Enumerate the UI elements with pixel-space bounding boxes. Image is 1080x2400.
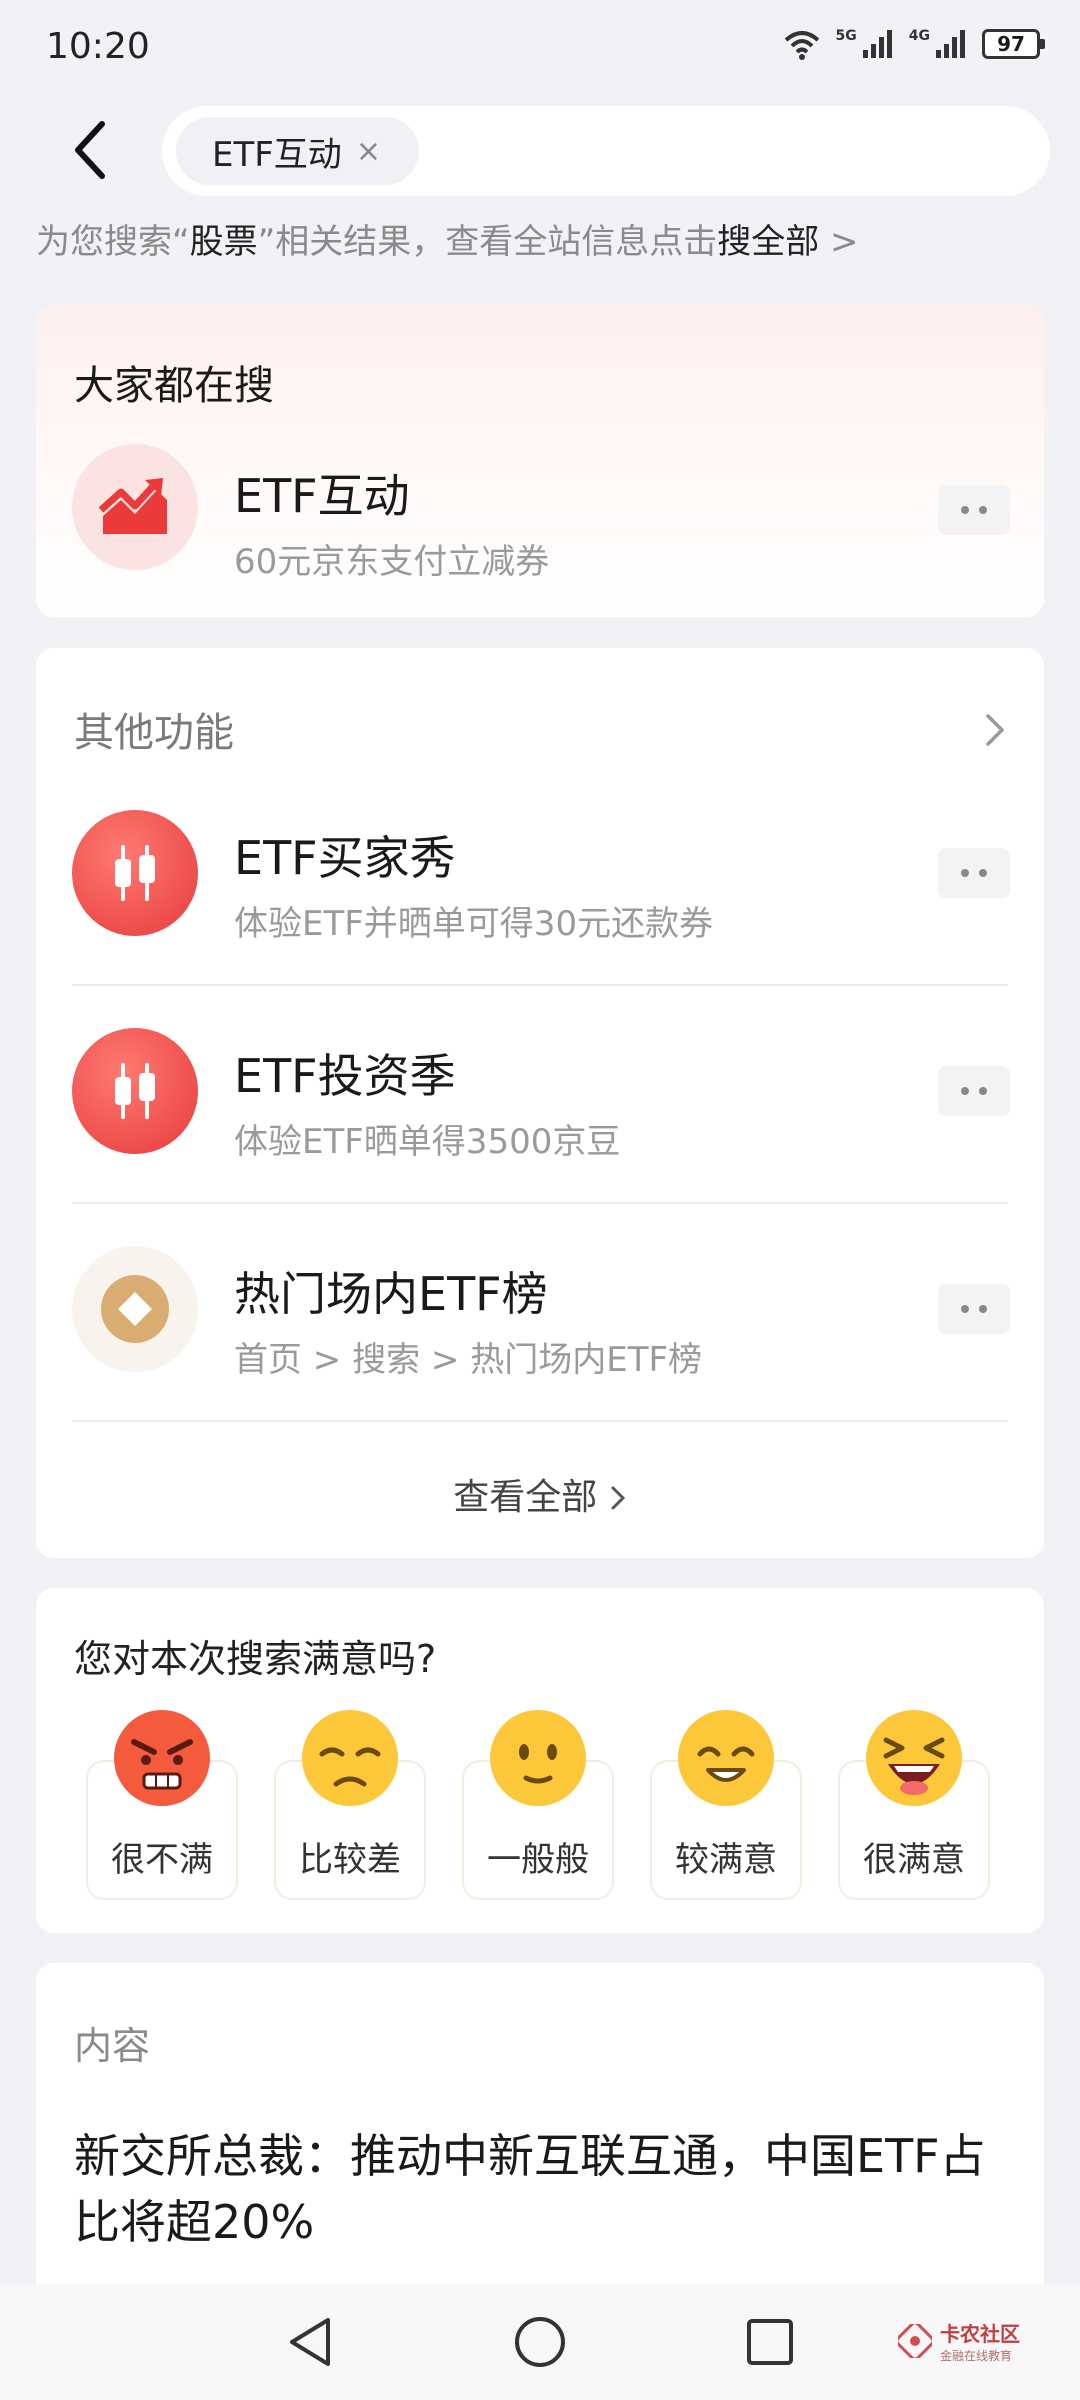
search-keyword-chip[interactable]: ETF互动 × <box>176 117 419 185</box>
chevron-right-icon[interactable] <box>980 710 1010 750</box>
chevron-right-icon <box>611 1486 625 1510</box>
feedback-option-label: 很不满 <box>111 1840 213 1880</box>
dot-icon <box>979 1087 987 1095</box>
wifi-icon <box>784 31 819 60</box>
hint-prefix: 为您搜索“ <box>36 222 190 262</box>
system-nav-bar: 卡农社区 金融在线教育 <box>0 2284 1080 2400</box>
divider <box>72 1202 1008 1204</box>
trending-title: 大家都在搜 <box>74 363 274 409</box>
function-item-title: ETF投资季 <box>234 1049 456 1103</box>
function-item-subtitle: 首页 > 搜索 > 热门场内ETF榜 <box>234 1340 703 1380</box>
diamond-coin-icon <box>72 1246 198 1372</box>
dot-icon <box>979 869 987 877</box>
search-row: ETF互动 × <box>0 100 1080 200</box>
neutral-face-icon <box>490 1710 586 1806</box>
trend-up-icon <box>72 444 198 570</box>
watermark: 卡农社区 金融在线教育 <box>898 2318 1020 2364</box>
signal-icon <box>862 30 892 58</box>
more-options-button[interactable] <box>938 1066 1010 1116</box>
other-functions-card: 其他功能 ETF买家秀 体验ETF并晒单可得30元还款券 ETF投资季 体验ET… <box>36 648 1044 1558</box>
nav-home-button[interactable] <box>508 2310 572 2374</box>
status-icons: 5G 4G 97 <box>782 28 1045 60</box>
watermark-text: 卡农社区 金融在线教育 <box>940 2318 1020 2364</box>
function-item-subtitle: 体验ETF晒单得3500京豆 <box>234 1122 621 1162</box>
feedback-card: 您对本次搜索满意吗? 很不满 比较差 一般般 较满意 很满意 <box>36 1588 1044 1933</box>
feedback-option-very-unsatisfied[interactable]: 很不满 <box>86 1708 238 1908</box>
close-icon[interactable]: × <box>356 134 381 169</box>
network-5g-label: 5G <box>835 28 857 44</box>
divider <box>72 984 1008 986</box>
search-hint: 为您搜索“股票”相关结果，查看全站信息点击搜全部 > <box>36 214 859 263</box>
nav-recents-button[interactable] <box>738 2310 802 2374</box>
feedback-option-satisfied[interactable]: 较满意 <box>650 1708 802 1908</box>
hint-arrow[interactable]: > <box>819 222 859 262</box>
more-options-button[interactable] <box>938 1284 1010 1334</box>
watermark-logo-icon <box>898 2324 932 2358</box>
dot-icon <box>961 1305 969 1313</box>
feedback-option-poor[interactable]: 比较差 <box>274 1708 426 1908</box>
hint-keyword: 股票 <box>189 222 258 262</box>
dot-icon <box>961 506 969 514</box>
trending-item[interactable]: ETF互动 60元京东支付立减券 <box>36 430 1044 617</box>
more-options-button[interactable] <box>938 848 1010 898</box>
laugh-face-icon <box>866 1710 962 1806</box>
dot-icon <box>979 506 987 514</box>
other-functions-title: 其他功能 <box>74 710 234 756</box>
circle-home-icon <box>515 2317 565 2367</box>
smile-face-icon <box>678 1710 774 1806</box>
see-all-label: 查看全部 <box>453 1477 598 1518</box>
back-arrow-icon <box>75 121 105 179</box>
feedback-option-label: 很满意 <box>863 1840 965 1880</box>
more-options-button[interactable] <box>938 485 1010 535</box>
sad-face-icon <box>302 1710 398 1806</box>
search-input[interactable]: ETF互动 × <box>162 106 1050 196</box>
feedback-option-very-satisfied[interactable]: 很满意 <box>838 1708 990 1908</box>
angry-face-icon <box>114 1710 210 1806</box>
back-button[interactable] <box>60 118 120 182</box>
feedback-question: 您对本次搜索满意吗? <box>74 1637 437 1681</box>
feedback-option-label: 较满意 <box>675 1840 777 1880</box>
status-time: 10:20 <box>46 26 150 67</box>
search-chip-label: ETF互动 <box>212 134 342 175</box>
function-item-title: 热门场内ETF榜 <box>234 1267 548 1321</box>
feedback-options: 很不满 比较差 一般般 较满意 很满意 <box>86 1708 994 1908</box>
signal-icon <box>936 30 965 58</box>
candlestick-icon <box>72 1028 198 1154</box>
watermark-main: 卡农社区 <box>940 2322 1020 2346</box>
feedback-option-label: 一般般 <box>487 1840 589 1880</box>
feedback-option-label: 比较差 <box>299 1840 401 1880</box>
triangle-back-icon <box>290 2318 330 2366</box>
content-title: 内容 <box>74 2024 151 2068</box>
divider <box>72 1420 1008 1422</box>
status-bar: 10:20 5G 4G 97 <box>0 0 1080 100</box>
search-all-link[interactable]: 搜全部 <box>717 222 819 262</box>
function-item-subtitle: 体验ETF并晒单可得30元还款券 <box>234 904 714 944</box>
square-recents-icon <box>747 2319 793 2365</box>
dot-icon <box>979 1305 987 1313</box>
function-item-title: ETF买家秀 <box>234 831 456 885</box>
trending-card: 大家都在搜 ETF互动 60元京东支付立减券 <box>36 305 1044 617</box>
hint-middle: ”相关结果，查看全站信息点击 <box>257 222 718 262</box>
feedback-option-average[interactable]: 一般般 <box>462 1708 614 1908</box>
see-all-link[interactable]: 查看全部 <box>36 1468 1044 1520</box>
nav-back-button[interactable] <box>278 2310 342 2374</box>
network-4g-label: 4G <box>908 28 930 44</box>
battery-indicator: 97 <box>982 29 1045 59</box>
article-title[interactable]: 新交所总裁：推动中新互联互通，中国ETF占比将超20% <box>74 2123 1014 2255</box>
dot-icon <box>961 1087 969 1095</box>
trending-item-subtitle: 60元京东支付立减券 <box>234 542 550 582</box>
dot-icon <box>961 869 969 877</box>
watermark-sub: 金融在线教育 <box>940 2349 1013 2363</box>
candlestick-icon <box>72 810 198 936</box>
trending-item-title: ETF互动 <box>234 469 410 523</box>
